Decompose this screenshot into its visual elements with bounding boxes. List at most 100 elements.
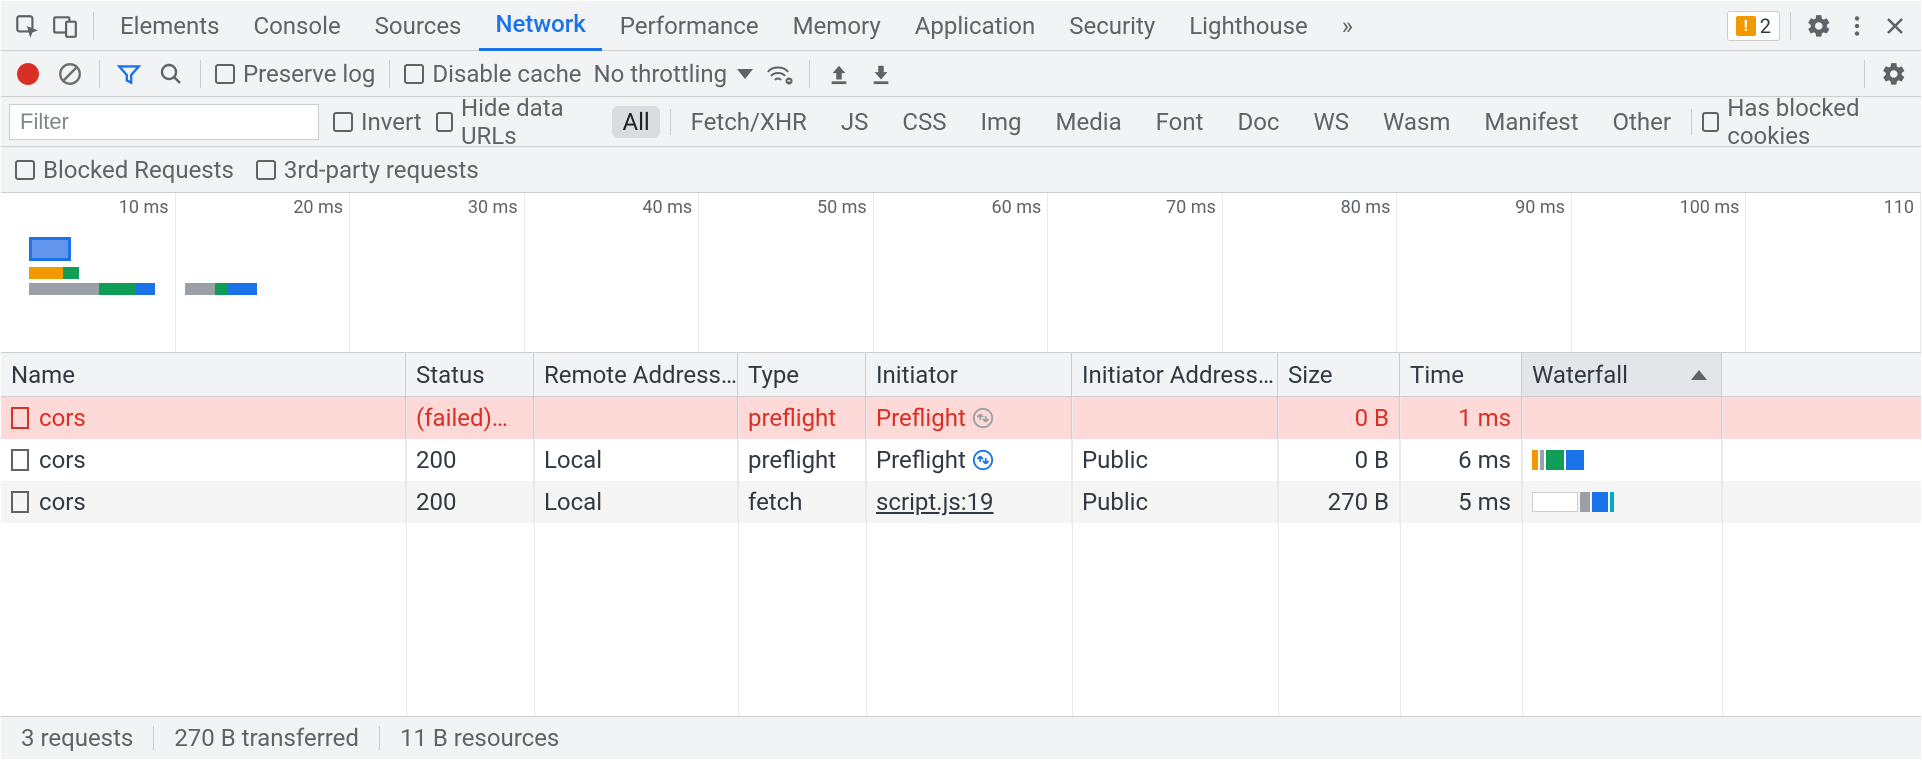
col-waterfall-extra[interactable] <box>1722 353 1921 396</box>
divider <box>809 60 810 88</box>
request-name: cors <box>39 446 86 474</box>
type-filter-all[interactable]: All <box>612 106 659 138</box>
timeline-tick: 10 ms <box>119 197 169 218</box>
col-time[interactable]: Time <box>1400 353 1522 396</box>
tab-application[interactable]: Application <box>899 1 1052 51</box>
type-filter-media[interactable]: Media <box>1046 106 1132 138</box>
request-status: 200 <box>406 439 534 481</box>
filter-toggle-icon[interactable] <box>114 59 144 89</box>
table-header: Name Status Remote Address… Type Initiat… <box>1 353 1921 397</box>
request-initiator: Preflight <box>876 404 966 432</box>
filter-bar-2: Blocked Requests 3rd-party requests <box>1 147 1921 193</box>
col-size[interactable]: Size <box>1278 353 1400 396</box>
devtools-tabbar: Elements Console Sources Network Perform… <box>1 1 1921 51</box>
tab-console[interactable]: Console <box>237 1 356 51</box>
timeline-tick: 20 ms <box>293 197 343 218</box>
col-waterfall[interactable]: Waterfall <box>1522 353 1722 396</box>
col-initiator-address[interactable]: Initiator Address… <box>1072 353 1278 396</box>
tab-elements[interactable]: Elements <box>104 1 235 51</box>
type-filter-js[interactable]: JS <box>831 106 879 138</box>
type-filter-doc[interactable]: Doc <box>1227 106 1289 138</box>
request-remote-address: Local <box>534 481 738 523</box>
close-devtools-icon[interactable] <box>1877 8 1913 44</box>
upload-har-icon[interactable] <box>824 59 854 89</box>
preflight-icon <box>972 407 994 429</box>
request-size: 270 B <box>1278 481 1400 523</box>
file-icon <box>11 407 29 429</box>
kebab-menu-icon[interactable] <box>1839 8 1875 44</box>
type-filter-wasm[interactable]: Wasm <box>1373 106 1460 138</box>
request-time: 5 ms <box>1400 481 1522 523</box>
col-name[interactable]: Name <box>1 353 406 396</box>
type-filter-img[interactable]: Img <box>970 106 1031 138</box>
timeline-tick: 90 ms <box>1515 197 1565 218</box>
type-filter-css[interactable]: CSS <box>892 106 956 138</box>
request-time: 6 ms <box>1400 439 1522 481</box>
third-party-label: 3rd-party requests <box>284 156 479 184</box>
status-bar: 3 requests 270 B transferred 11 B resour… <box>1 717 1921 759</box>
request-waterfall-extra <box>1722 397 1921 439</box>
request-waterfall-extra <box>1722 439 1921 481</box>
table-row[interactable]: cors(failed)…preflightPreflight0 B1 ms <box>1 397 1921 439</box>
tab-memory[interactable]: Memory <box>777 1 897 51</box>
col-initiator[interactable]: Initiator <box>866 353 1072 396</box>
record-button[interactable] <box>13 59 43 89</box>
blocked-requests-checkbox[interactable]: Blocked Requests <box>15 156 234 184</box>
col-status[interactable]: Status <box>406 353 534 396</box>
inspect-element-icon[interactable] <box>9 8 45 44</box>
preserve-log-label: Preserve log <box>243 60 375 88</box>
timeline-overview[interactable]: 10 ms 20 ms 30 ms 40 ms 50 ms 60 ms 70 m… <box>1 193 1921 353</box>
request-table: Name Status Remote Address… Type Initiat… <box>1 353 1921 717</box>
type-filter-other[interactable]: Other <box>1603 106 1681 138</box>
clear-button[interactable] <box>55 59 85 89</box>
tab-sources[interactable]: Sources <box>359 1 478 51</box>
device-toolbar-icon[interactable] <box>47 8 83 44</box>
preserve-log-checkbox[interactable]: Preserve log <box>215 60 375 88</box>
tab-lighthouse[interactable]: Lighthouse <box>1173 1 1324 51</box>
throttling-select[interactable]: No throttling <box>594 60 754 88</box>
request-type: fetch <box>738 481 866 523</box>
download-har-icon[interactable] <box>866 59 896 89</box>
tab-network[interactable]: Network <box>479 1 601 51</box>
col-remote-address[interactable]: Remote Address… <box>534 353 738 396</box>
search-icon[interactable] <box>156 59 186 89</box>
type-filter-ws[interactable]: WS <box>1303 106 1359 138</box>
timeline-tick: 100 ms <box>1680 197 1740 218</box>
request-time: 1 ms <box>1400 397 1522 439</box>
request-initiator-address <box>1072 397 1278 439</box>
request-size: 0 B <box>1278 397 1400 439</box>
hide-data-urls-checkbox[interactable]: Hide data URLs <box>436 94 599 150</box>
table-row[interactable]: cors200LocalpreflightPreflightPublic0 B6… <box>1 439 1921 481</box>
third-party-checkbox[interactable]: 3rd-party requests <box>256 156 479 184</box>
request-waterfall <box>1522 481 1722 523</box>
dropdown-icon <box>737 69 753 79</box>
file-icon <box>11 449 29 471</box>
issues-badge[interactable]: ! 2 <box>1727 11 1780 41</box>
type-filter-font[interactable]: Font <box>1146 106 1214 138</box>
network-settings-gear-icon[interactable] <box>1879 59 1909 89</box>
request-status: (failed)… <box>406 397 534 439</box>
invert-label: Invert <box>361 108 422 136</box>
request-remote-address: Local <box>534 439 738 481</box>
timeline-tick: 30 ms <box>468 197 518 218</box>
request-initiator[interactable]: script.js:19 <box>876 488 994 516</box>
type-filter-manifest[interactable]: Manifest <box>1474 106 1588 138</box>
request-initiator: Preflight <box>876 446 966 474</box>
col-type[interactable]: Type <box>738 353 866 396</box>
tab-security[interactable]: Security <box>1053 1 1171 51</box>
filter-input[interactable] <box>9 104 319 140</box>
type-filter-fetchxhr[interactable]: Fetch/XHR <box>681 106 817 138</box>
divider <box>670 109 671 135</box>
network-conditions-icon[interactable] <box>765 59 795 89</box>
tab-performance[interactable]: Performance <box>604 1 775 51</box>
invert-checkbox[interactable]: Invert <box>333 108 422 136</box>
divider <box>389 60 390 88</box>
tab-more[interactable]: » <box>1326 1 1369 51</box>
timeline-tick: 50 ms <box>817 197 867 218</box>
disable-cache-checkbox[interactable]: Disable cache <box>404 60 581 88</box>
table-row[interactable]: cors200Localfetchscript.js:19Public270 B… <box>1 481 1921 523</box>
hide-data-urls-label: Hide data URLs <box>461 94 598 150</box>
has-blocked-cookies-checkbox[interactable]: Has blocked cookies <box>1702 94 1913 150</box>
divider <box>99 60 100 88</box>
settings-gear-icon[interactable] <box>1801 8 1837 44</box>
